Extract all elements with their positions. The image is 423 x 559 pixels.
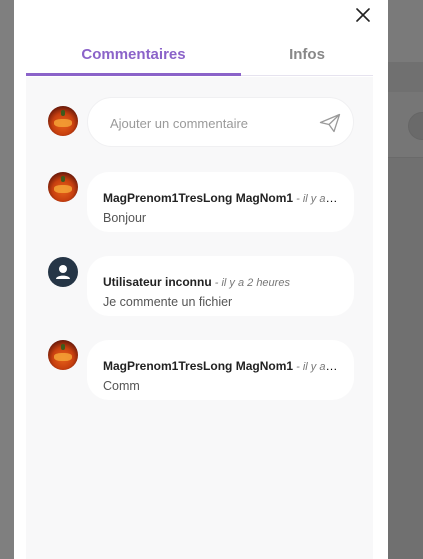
comment-time: il y a 2 heures <box>302 193 339 205</box>
close-button[interactable] <box>352 4 374 26</box>
comment-separator: - <box>293 193 303 205</box>
comment-time: il y a 2 heures <box>302 361 339 373</box>
tab-infos[interactable]: Infos <box>241 38 373 76</box>
avatar <box>48 340 78 370</box>
comment-text: Comm <box>103 379 140 393</box>
tab-commentaires[interactable]: Commentaires <box>26 38 241 76</box>
current-user-avatar <box>48 106 78 136</box>
comment-separator: - <box>293 361 303 373</box>
user-icon <box>56 265 70 279</box>
background-header <box>388 0 423 62</box>
comment-text: Je commente un fichier <box>103 295 233 309</box>
comment-author: Utilisateur inconnu <box>103 275 212 289</box>
comment-meta: MagPrenom1TresLong MagNom1 - il y a 2 he… <box>103 359 339 373</box>
close-icon <box>356 8 370 22</box>
user-avatar <box>48 257 78 287</box>
comment-item: MagPrenom1TresLong MagNom1 - il y a 2 he… <box>87 340 354 400</box>
background-right <box>388 0 423 559</box>
comments-panel: Commentaires Infos MagPrenom1TresLong Ma… <box>14 0 388 559</box>
comment-item: Utilisateur inconnu - il y a 2 heures Je… <box>87 256 354 316</box>
comment-author: MagPrenom1TresLong MagNom1 <box>103 359 294 373</box>
comment-input[interactable] <box>110 113 310 133</box>
avatar <box>48 172 78 202</box>
send-icon[interactable] <box>319 113 341 133</box>
comment-text: Bonjour <box>103 211 147 225</box>
comment-separator: - <box>211 277 222 289</box>
comment-author: MagPrenom1TresLong MagNom1 <box>103 191 294 205</box>
background-left <box>0 0 14 559</box>
comment-input-box <box>87 97 354 147</box>
comment-meta: MagPrenom1TresLong MagNom1 - il y a 2 he… <box>103 191 339 205</box>
comment-meta: Utilisateur inconnu - il y a 2 heures <box>103 275 339 289</box>
panel-tabs: Commentaires Infos <box>26 38 373 76</box>
comment-time: il y a 2 heures <box>221 277 290 289</box>
comment-item: MagPrenom1TresLong MagNom1 - il y a 2 he… <box>87 172 354 232</box>
comments-list: MagPrenom1TresLong MagNom1 - il y a 2 he… <box>26 77 373 559</box>
